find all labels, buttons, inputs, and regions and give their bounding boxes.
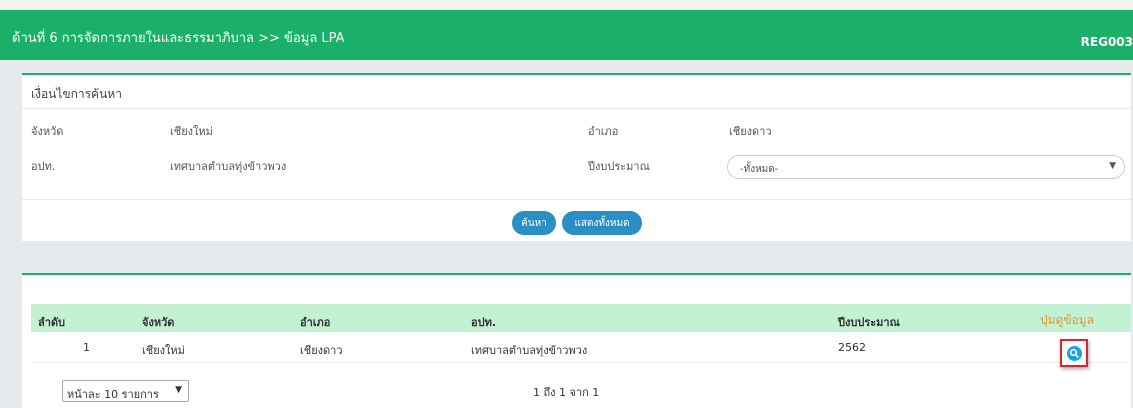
column-header-budget-year: ปีงบประมาณ (838, 316, 900, 329)
province-label: จังหวัด (31, 125, 64, 138)
page-size-value: หน้าละ 10 รายการ (67, 388, 159, 401)
page-header: ด้านที่ 6 การจัดการภายในและธรรมาภิบาล >>… (0, 10, 1133, 60)
row-no: 1 (83, 341, 90, 354)
column-header-province: จังหวัด (142, 316, 175, 329)
search-button[interactable]: ค้นหา (512, 211, 556, 235)
search-panel: เงื่อนไขการค้นหา จังหวัด เชียงใหม่ อำเภอ… (22, 73, 1131, 241)
view-data-button[interactable] (1060, 339, 1088, 367)
lao-label: อปท. (31, 160, 56, 173)
budget-year-selected: -ทั้งหมด- (740, 164, 779, 175)
search-icon (1067, 346, 1082, 361)
lao-value: เทศบาลตำบลทุ่งข้าวพวง (170, 160, 287, 173)
top-strip (0, 0, 1133, 10)
row-year: 2562 (838, 341, 866, 354)
pagination-summary: 1 ถึง 1 จาก 1 (533, 386, 600, 399)
table-header: ลำดับ จังหวัด อำเภอ อปท. ปีงบประมาณ ปุ่ม… (31, 304, 1131, 332)
row-district: เชียงดาว (300, 344, 343, 357)
row-lao: เทศบาลตำบลทุ่งข้าวพวง (471, 344, 588, 357)
column-header-lao: อปท. (471, 316, 497, 329)
results-panel: ลำดับ จังหวัด อำเภอ อปท. ปีงบประมาณ ปุ่ม… (22, 273, 1131, 408)
chevron-down-icon: ▼ (1109, 161, 1116, 171)
column-header-district: อำเภอ (300, 316, 331, 329)
column-header-no: ลำดับ (38, 316, 66, 329)
chevron-down-icon: ▼ (175, 385, 182, 395)
show-all-button[interactable]: แสดงทั้งหมด (562, 211, 642, 235)
form-code: REG003 (1080, 35, 1133, 49)
page-title: ด้านที่ 6 การจัดการภายในและธรรมาภิบาล >>… (12, 31, 345, 46)
province-value: เชียงใหม่ (170, 125, 213, 138)
divider (22, 199, 1131, 200)
column-header-view: ปุ่มดูข้อมูล (1040, 313, 1094, 327)
budget-year-select[interactable]: -ทั้งหมด- ▼ (727, 155, 1125, 179)
district-value: เชียงดาว (729, 125, 772, 138)
table-row: 1 เชียงใหม่ เชียงดาว เทศบาลตำบลทุ่งข้าวพ… (31, 333, 1131, 363)
budget-year-label: ปีงบประมาณ (588, 160, 650, 173)
row-province: เชียงใหม่ (142, 344, 185, 357)
district-label: อำเภอ (588, 125, 619, 138)
page-size-select[interactable]: หน้าละ 10 รายการ ▼ (62, 380, 189, 402)
divider (22, 108, 1131, 109)
search-panel-title: เงื่อนไขการค้นหา (31, 87, 122, 101)
